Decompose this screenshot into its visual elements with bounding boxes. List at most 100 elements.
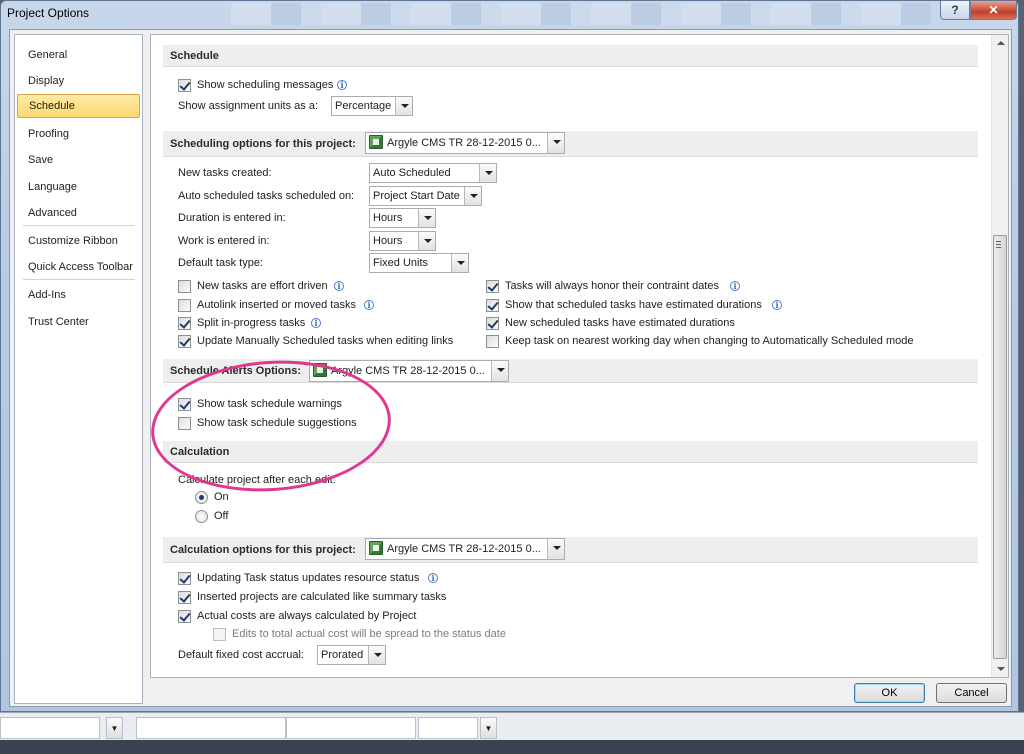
show-scheduling-messages-label: Show scheduling messages: [197, 79, 334, 91]
scrollbar-grip-icon: [996, 241, 1001, 248]
section-title: Schedule Alerts Options:: [170, 365, 302, 377]
work-entered-value: Hours: [373, 235, 403, 247]
section-header-scheduling-options: Scheduling options for this project:: [163, 131, 978, 157]
default-task-type-label: Default task type:: [178, 257, 263, 269]
close-button[interactable]: ✕: [970, 1, 1017, 20]
calculation-project-select[interactable]: Argyle CMS TR 28-12-2015 0...: [365, 538, 565, 560]
update-manual-tasks-label: Update Manually Scheduled tasks when edi…: [197, 335, 454, 347]
info-icon: i: [337, 80, 347, 90]
effort-driven-checkbox[interactable]: [178, 280, 191, 293]
new-tasks-created-value: Auto Scheduled: [373, 167, 451, 179]
actual-costs-checkbox[interactable]: [178, 610, 191, 623]
show-schedule-suggestions-checkbox[interactable]: [178, 417, 191, 430]
show-estimated-durations-label: Show that scheduled tasks have estimated…: [505, 299, 762, 311]
background-cell: [286, 717, 416, 739]
cancel-button[interactable]: Cancel: [936, 683, 1007, 703]
fixed-cost-accrual-value: Prorated: [321, 649, 364, 661]
background-dropdown-arrow: ▼: [480, 717, 497, 739]
default-task-type-select[interactable]: Fixed Units: [369, 253, 469, 273]
background-cell: [0, 717, 100, 739]
default-task-type-value: Fixed Units: [373, 257, 429, 269]
chevron-down-icon: [547, 133, 564, 153]
nav-item-proofing[interactable]: Proofing: [17, 122, 140, 146]
section-header-calculation-options: Calculation options for this project:: [163, 537, 978, 563]
autolink-checkbox[interactable]: [178, 299, 191, 312]
ok-button[interactable]: OK: [854, 683, 925, 703]
alerts-project-select[interactable]: Argyle CMS TR 28-12-2015 0...: [309, 360, 509, 382]
chevron-down-icon: [451, 254, 468, 272]
scroll-up-icon[interactable]: [992, 35, 1008, 52]
chevron-down-icon: [395, 97, 412, 115]
auto-scheduled-value: Project Start Date: [373, 190, 460, 202]
split-in-progress-checkbox[interactable]: [178, 317, 191, 330]
duration-entered-select[interactable]: Hours: [369, 208, 436, 228]
show-schedule-suggestions-label: Show task schedule suggestions: [197, 417, 357, 429]
background-status-bar: [0, 740, 1024, 754]
alerts-project-value: Argyle CMS TR 28-12-2015 0...: [331, 365, 485, 377]
info-icon: i: [428, 573, 438, 583]
dialog-client-area: General Display Schedule Proofing Save L…: [9, 29, 1012, 707]
honor-constraints-label: Tasks will always honor their contraint …: [505, 280, 719, 292]
chevron-down-icon: [368, 646, 385, 664]
duration-entered-value: Hours: [373, 212, 403, 224]
auto-scheduled-label: Auto scheduled tasks scheduled on:: [178, 190, 355, 202]
honor-constraints-checkbox[interactable]: [486, 280, 499, 293]
nav-item-advanced[interactable]: Advanced: [17, 201, 140, 225]
calculate-off-label: Off: [214, 510, 229, 522]
info-icon: i: [364, 300, 374, 310]
help-button[interactable]: ?: [940, 1, 970, 20]
scroll-down-icon[interactable]: [992, 660, 1008, 677]
work-entered-select[interactable]: Hours: [369, 231, 436, 251]
show-estimated-durations-checkbox[interactable]: [486, 299, 499, 312]
background-app-strip: ▼ ▼: [0, 712, 1024, 754]
keep-nearest-working-day-checkbox[interactable]: [486, 335, 499, 348]
inserted-projects-checkbox[interactable]: [178, 591, 191, 604]
vertical-scrollbar[interactable]: [991, 35, 1008, 677]
chevron-down-icon: [547, 539, 564, 559]
project-options-dialog: Project Options ? ✕ General Display Sche…: [0, 0, 1019, 712]
info-icon: i: [334, 281, 344, 291]
spread-to-status-date-label: Edits to total actual cost will be sprea…: [232, 628, 506, 640]
new-estimated-durations-checkbox[interactable]: [486, 317, 499, 330]
chevron-down-icon: [418, 232, 435, 250]
background-cell: [136, 717, 286, 739]
section-header-calculation: Calculation: [163, 441, 978, 463]
info-icon: i: [730, 281, 740, 291]
scrollbar-thumb[interactable]: [993, 235, 1007, 659]
show-scheduling-messages-checkbox[interactable]: [178, 79, 191, 92]
new-estimated-durations-label: New scheduled tasks have estimated durat…: [505, 317, 735, 329]
assignment-units-label: Show assignment units as a:: [178, 100, 319, 112]
nav-item-add-ins[interactable]: Add-Ins: [17, 283, 140, 307]
fixed-cost-accrual-select[interactable]: Prorated: [317, 645, 386, 665]
calculation-project-value: Argyle CMS TR 28-12-2015 0...: [387, 543, 541, 555]
nav-item-customize-ribbon[interactable]: Customize Ribbon: [17, 229, 140, 253]
calculate-on-radio[interactable]: [195, 491, 208, 504]
assignment-units-value: Percentage: [335, 100, 392, 112]
spread-to-status-date-checkbox[interactable]: [213, 628, 226, 641]
scheduling-project-select[interactable]: Argyle CMS TR 28-12-2015 0...: [365, 132, 565, 154]
project-file-icon: [369, 541, 383, 555]
nav-item-save[interactable]: Save: [17, 148, 140, 172]
title-bar[interactable]: Project Options ? ✕: [1, 1, 1018, 27]
assignment-units-select[interactable]: Percentage: [331, 96, 413, 116]
updating-task-status-checkbox[interactable]: [178, 572, 191, 585]
nav-item-language[interactable]: Language: [17, 175, 140, 199]
nav-item-schedule[interactable]: Schedule: [17, 94, 140, 118]
keep-nearest-working-day-label: Keep task on nearest working day when ch…: [505, 335, 914, 347]
nav-item-general[interactable]: General: [17, 43, 140, 67]
section-title: Scheduling options for this project:: [170, 138, 356, 150]
auto-scheduled-select[interactable]: Project Start Date: [369, 186, 482, 206]
calculate-after-edit-label: Calculate project after each edit:: [178, 474, 336, 486]
show-schedule-warnings-label: Show task schedule warnings: [197, 398, 342, 410]
nav-item-quick-access-toolbar[interactable]: Quick Access Toolbar: [17, 255, 140, 279]
updating-task-status-label: Updating Task status updates resource st…: [197, 572, 420, 584]
nav-item-trust-center[interactable]: Trust Center: [17, 310, 140, 334]
nav-item-display[interactable]: Display: [17, 69, 140, 93]
calculate-off-radio[interactable]: [195, 510, 208, 523]
nav-divider: [23, 279, 135, 280]
update-manual-tasks-checkbox[interactable]: [178, 335, 191, 348]
show-schedule-warnings-checkbox[interactable]: [178, 398, 191, 411]
duration-entered-label: Duration is entered in:: [178, 212, 286, 224]
section-header-schedule: Schedule: [163, 45, 978, 67]
new-tasks-created-select[interactable]: Auto Scheduled: [369, 163, 497, 183]
